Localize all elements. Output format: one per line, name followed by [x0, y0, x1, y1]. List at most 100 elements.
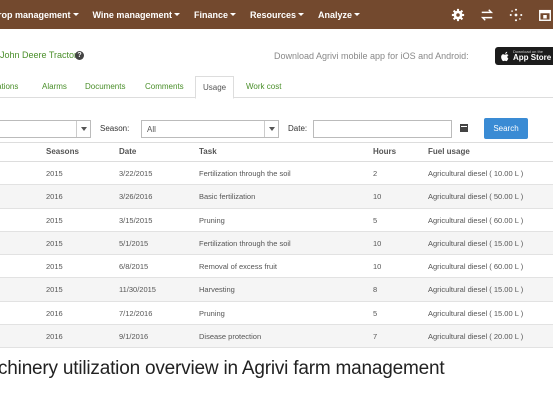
switch-arrows-icon[interactable] — [479, 7, 495, 23]
season-cell: 2015 — [46, 262, 63, 272]
season-label: Season: — [100, 124, 130, 133]
app-store-text: Download on the App Store — [513, 50, 551, 62]
tab-bar: ations Alarms Documents Comments Usage W… — [0, 76, 553, 99]
nav-finance[interactable]: Finance — [194, 10, 236, 20]
gear-icon[interactable] — [450, 7, 466, 23]
season-cell: 2016 — [46, 332, 63, 342]
page-title: John Deere Tractor — [0, 50, 78, 60]
sync-icon[interactable] — [508, 7, 524, 23]
date-cell: 11/30/2015 — [119, 285, 156, 295]
nav-wine-management[interactable]: Wine management — [93, 10, 180, 20]
season-cell: 2015 — [46, 215, 63, 225]
date-label: Date: — [288, 124, 308, 133]
nav-resources[interactable]: Resources — [250, 10, 304, 20]
task-cell: Disease protection — [199, 332, 262, 342]
table-row[interactable]: 2015 5/1/2015 Fertilization through the so… — [0, 231, 553, 256]
nav-analyze[interactable]: Analyze — [318, 9, 361, 20]
table-row[interactable]: 2015 11/30/2015 Harvesting 8 Agricultural di… — [0, 278, 553, 302]
caret-down-icon — [173, 13, 180, 16]
main-menu: rop management Wine management Finance R… — [0, 0, 374, 29]
app-store-badge[interactable]: Download on the App Store — [495, 47, 553, 65]
caret-down-icon — [354, 13, 361, 16]
task-cell: Basic fertilization — [199, 192, 256, 202]
filter-bar: Season: All Date: Search — [0, 118, 553, 140]
season-cell: 2016 — [46, 308, 63, 318]
column-header-seasons[interactable]: Seasons — [46, 147, 79, 156]
table-row[interactable]: 2016 7/12/2016 Pruning 5 Agricultural diesel… — [0, 302, 553, 326]
hours-cell: 5 — [373, 215, 378, 225]
nav-label: rop management — [0, 9, 71, 20]
calendar-icon[interactable] — [460, 124, 468, 132]
column-header-fuel-usage[interactable]: Fuel usage — [428, 147, 470, 156]
fuel-usage-cell: Agricultural diesel ( 10.00 L ) — [428, 169, 524, 178]
apple-icon — [501, 51, 509, 61]
tab-usage[interactable]: Usage — [195, 76, 235, 99]
table-row[interactable]: 2015 3/15/2015 Pruning 5 Agricultural diesel… — [0, 209, 553, 232]
column-header-task[interactable]: Task — [199, 147, 217, 156]
hours-cell: 10 — [373, 192, 382, 202]
app-store-label: App Store — [513, 53, 552, 62]
nav-label: Finance — [193, 9, 228, 20]
date-cell: 7/12/2016 — [119, 308, 153, 318]
download-app-text: Download Agrivi mobile app for iOS and A… — [274, 51, 469, 61]
season-cell: 2015 — [46, 169, 63, 178]
nav-crop-management[interactable]: rop management — [0, 10, 79, 20]
top-icon-group — [437, 0, 553, 29]
nav-label: Wine management — [92, 9, 172, 20]
tab-operations[interactable]: ations — [0, 82, 18, 91]
season-value: All — [147, 125, 156, 134]
season-cell: 2015 — [46, 285, 63, 295]
nav-label: Resources — [249, 9, 296, 20]
task-cell: Fertilization through the soil — [199, 238, 291, 248]
hours-cell: 2 — [373, 169, 378, 178]
date-cell: 3/22/2015 — [119, 169, 153, 178]
task-cell: Pruning — [199, 308, 225, 318]
calendar-icon[interactable] — [537, 7, 553, 23]
hours-cell: 10 — [373, 238, 382, 248]
table-row[interactable]: 2016 3/26/2016 Basic fertilization 10 Agricu… — [0, 185, 553, 209]
task-cell: Harvesting — [199, 285, 235, 295]
column-header-hours[interactable]: Hours — [373, 147, 396, 156]
fuel-usage-cell: Agricultural diesel ( 15.00 L ) — [428, 285, 524, 295]
top-navigation-bar: rop management Wine management Finance R… — [0, 0, 553, 29]
date-field[interactable] — [313, 120, 452, 138]
machine-select[interactable] — [0, 120, 91, 138]
tab-documents[interactable]: Documents — [85, 82, 125, 91]
season-cell: 2016 — [46, 192, 63, 202]
hours-cell: 7 — [373, 332, 378, 342]
season-select[interactable]: All — [141, 120, 279, 138]
date-cell: 6/8/2015 — [119, 262, 149, 272]
task-cell: Removal of excess fruit — [199, 262, 277, 272]
caret-down-icon — [229, 13, 236, 16]
caret-down-icon — [298, 13, 304, 16]
table-row[interactable]: 2015 3/22/2015 Fertilization through the s… — [0, 162, 553, 186]
fuel-usage-cell: Agricultural diesel ( 20.00 L ) — [428, 332, 524, 342]
date-cell: 9/1/2016 — [119, 332, 149, 342]
fuel-usage-cell: Agricultural diesel ( 60.00 L ) — [428, 262, 524, 272]
help-icon[interactable]: ? — [75, 51, 84, 60]
fuel-usage-cell: Agricultural diesel ( 15.00 L ) — [428, 238, 524, 248]
fuel-usage-cell: Agricultural diesel ( 50.00 L ) — [428, 192, 524, 202]
search-button[interactable]: Search — [484, 118, 528, 139]
date-cell: 3/15/2015 — [119, 215, 153, 225]
table-row[interactable]: 2016 9/1/2016 Disease protection 7 Agricultu… — [0, 325, 553, 349]
chevron-down-icon — [264, 121, 278, 137]
tab-alarms[interactable]: Alarms — [42, 82, 67, 91]
tab-work-cost[interactable]: Work cost — [246, 82, 281, 91]
nav-label: Analyze — [318, 9, 353, 20]
table-body: 2015 3/22/2015 Fertilization through the s… — [0, 162, 553, 349]
hours-cell: 8 — [373, 285, 378, 295]
fuel-usage-cell: Agricultural diesel ( 15.00 L ) — [428, 308, 524, 318]
table-header: Seasons Date Task Hours Fuel usage — [0, 142, 553, 162]
fuel-usage-cell: Agricultural diesel ( 60.00 L ) — [428, 215, 524, 225]
chevron-down-icon — [76, 121, 90, 137]
caret-down-icon — [72, 13, 79, 16]
page-header: John Deere Tractor ? Download Agrivi mob… — [0, 44, 553, 68]
task-cell: Fertilization through the soil — [199, 169, 291, 178]
hours-cell: 5 — [373, 308, 378, 318]
tab-comments[interactable]: Comments — [145, 82, 184, 91]
table-row[interactable]: 2015 6/8/2015 Removal of excess fruit 10 Agr… — [0, 255, 553, 279]
season-cell: 2015 — [46, 238, 63, 248]
column-header-date[interactable]: Date — [119, 147, 136, 156]
date-cell: 3/26/2016 — [119, 192, 153, 202]
